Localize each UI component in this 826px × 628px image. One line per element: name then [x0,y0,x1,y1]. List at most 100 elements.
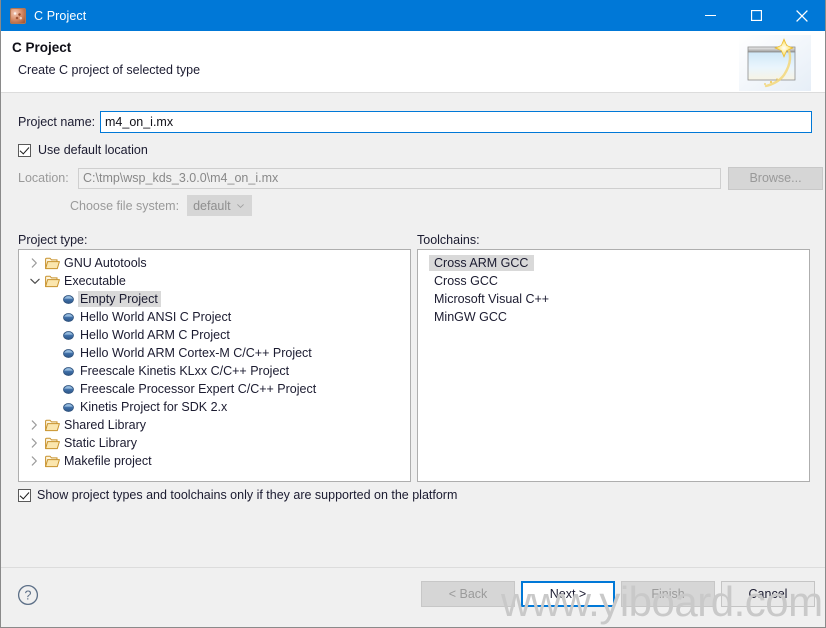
back-button: < Back [421,581,515,607]
expand-toggle-closed[interactable] [26,434,43,452]
project-name-label: Project name: [18,115,96,129]
project-type-node-label: Executable [64,274,126,288]
project-type-node[interactable]: Hello World ANSI C Project [19,308,410,326]
folder-icon-wrap [43,272,62,290]
project-type-bullet-icon [63,330,74,340]
browse-button[interactable]: Browse... [728,166,823,190]
bullet-icon-wrap [59,362,78,380]
window-title: C Project [34,8,87,23]
use-default-location-row[interactable]: Use default location [18,143,148,157]
expand-toggle-closed[interactable] [26,452,43,470]
minimize-icon [704,15,716,16]
file-system-label: Choose file system: [70,198,180,213]
next-button[interactable]: Next > [521,581,615,607]
project-type-bullet-icon [63,402,74,412]
use-default-location-checkbox[interactable] [18,143,31,157]
bullet-icon-wrap [59,380,78,398]
project-type-node[interactable]: Executable [19,272,410,290]
wizard-footer: ? < Back Next > Finish Cancel [1,567,825,627]
toolchain-item[interactable]: MinGW GCC [418,308,809,326]
chevron-down-icon [29,278,40,284]
project-name-input[interactable] [100,111,812,133]
folder-icon [45,257,60,269]
bullet-icon-wrap [59,398,78,416]
project-type-tree[interactable]: GNU Autotools Executable Empty Project Hell… [18,249,411,482]
project-type-node-label: Makefile project [64,454,152,468]
cancel-button[interactable]: Cancel [721,581,815,607]
project-type-node[interactable]: Hello World ARM Cortex-M C/C++ Project [19,344,410,362]
project-type-node-label: Hello World ARM Cortex-M C/C++ Project [80,346,312,360]
chevron-right-icon [31,420,37,430]
toolchains-caption: Toolchains: [417,233,480,247]
folder-icon-wrap [43,452,62,470]
file-system-row: Choose file system: default [1,195,253,216]
folder-icon [45,437,60,449]
chevron-right-icon [31,438,37,448]
folder-icon-wrap [43,254,62,272]
new-project-wizard-icon [739,35,811,91]
project-type-node[interactable]: Empty Project [19,290,410,308]
wizard-button-bar: < Back Next > Finish Cancel [421,581,815,607]
project-type-node[interactable]: Freescale Processor Expert C/C++ Project [19,380,410,398]
wizard-body: Project name: Use default location Locat… [1,93,825,627]
maximize-button[interactable] [733,0,779,31]
project-type-node-label: Hello World ARM C Project [80,328,230,342]
window-controls [687,0,825,31]
chevron-right-icon [31,258,37,268]
project-type-node-label: Freescale Kinetis KLxx C/C++ Project [80,364,290,378]
minimize-button[interactable] [687,0,733,31]
c-project-wizard-dialog: C Project C Project Create C project of … [0,0,826,628]
project-type-node-label: Static Library [64,436,137,450]
expand-toggle-open[interactable] [26,272,43,290]
toolchain-item[interactable]: Microsoft Visual C++ [418,290,809,308]
maximize-icon [750,10,762,21]
project-type-node[interactable]: GNU Autotools [19,254,410,272]
location-input[interactable]: C:\tmp\wsp_kds_3.0.0\m4_on_i.mx [78,167,721,189]
toolchains-list[interactable]: Cross ARM GCC Cross GCC Microsoft Visual C… [417,249,810,482]
project-type-node[interactable]: Makefile project [19,452,410,470]
toolchain-item[interactable]: Cross GCC [418,272,809,290]
toolchain-item-label: MinGW GCC [434,310,507,324]
project-type-bullet-icon [63,312,74,322]
project-type-node-label: Kinetis Project for SDK 2.x [80,400,228,414]
project-type-node[interactable]: Freescale Kinetis KLxx C/C++ Project [19,362,410,380]
bullet-icon-wrap [59,344,78,362]
close-icon [796,9,808,22]
page-title: C Project [12,40,72,55]
close-button[interactable] [779,0,825,31]
toolchain-item[interactable]: Cross ARM GCC [418,254,809,272]
finish-button: Finish [621,581,715,607]
folder-icon-wrap [43,416,62,434]
folder-icon [45,419,60,431]
use-default-location-label: Use default location [38,143,148,157]
show-supported-row[interactable]: Show project types and toolchains only i… [18,488,457,502]
project-type-tree-body: GNU Autotools Executable Empty Project Hell… [19,250,410,470]
location-label: Location: [18,171,69,185]
project-type-node[interactable]: Hello World ARM C Project [19,326,410,344]
toolchain-item-label: Cross ARM GCC [429,255,535,271]
expand-toggle-closed[interactable] [26,416,43,434]
toolchains-list-body: Cross ARM GCC Cross GCC Microsoft Visual C… [418,250,809,326]
location-row: Location: C:\tmp\wsp_kds_3.0.0\m4_on_i.m… [1,166,825,190]
folder-icon [45,275,60,287]
project-type-caption: Project type: [18,233,88,247]
help-icon[interactable]: ? [17,584,39,606]
toolchain-item-label: Microsoft Visual C++ [434,292,550,306]
toolchain-item-label: Cross GCC [434,274,498,288]
show-supported-checkbox[interactable] [18,488,31,502]
project-type-bullet-icon [63,384,74,394]
project-type-bullet-icon [63,294,74,304]
project-name-row: Project name: [1,110,825,134]
expand-toggle-closed[interactable] [26,254,43,272]
project-type-bullet-icon [63,366,74,376]
bullet-icon-wrap [59,326,78,344]
title-bar: C Project [1,0,825,31]
project-type-node-label: Shared Library [64,418,146,432]
project-type-node[interactable]: Static Library [19,434,410,452]
project-type-node[interactable]: Kinetis Project for SDK 2.x [19,398,410,416]
page-subtitle: Create C project of selected type [18,63,201,77]
project-type-node[interactable]: Shared Library [19,416,410,434]
file-system-select[interactable]: default [187,195,253,216]
chevron-down-icon [237,204,244,208]
bullet-icon-wrap [59,308,78,326]
